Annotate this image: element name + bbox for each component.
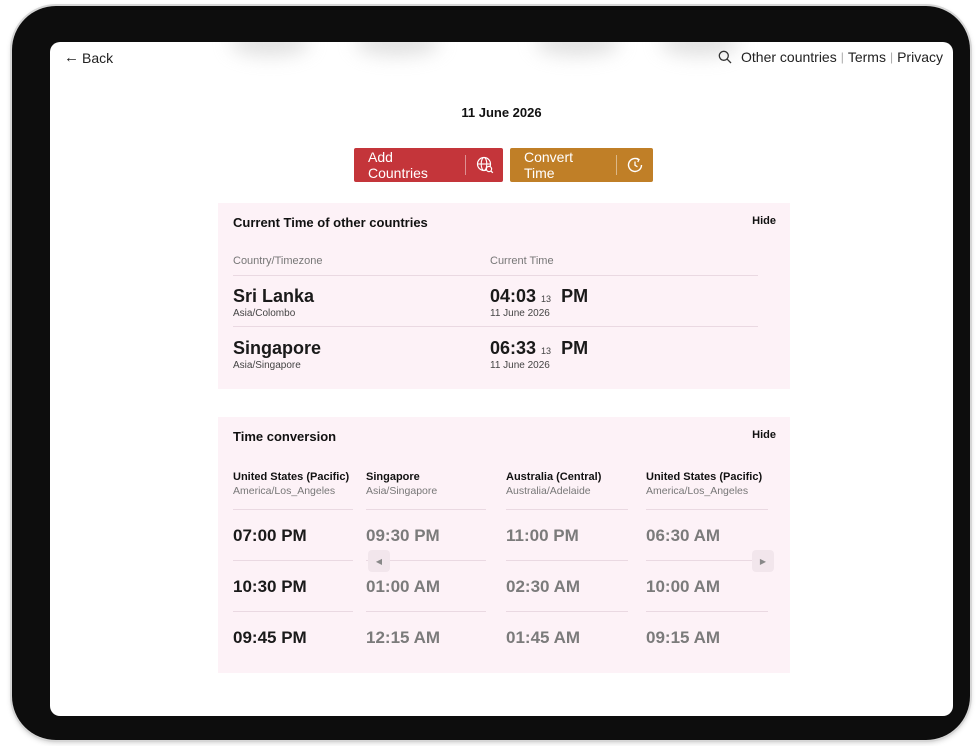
converted-time: 10:00 AM [646, 577, 721, 596]
col-header-country: Country/Timezone [233, 255, 323, 267]
app-screen: ← Back Other countries | Terms | Privacy… [50, 42, 953, 716]
converted-time: 12:15 AM [366, 628, 441, 647]
current-date: 11 June 2026 [490, 308, 550, 319]
converted-time: 09:45 PM [233, 628, 307, 647]
search-icon[interactable] [718, 50, 732, 64]
col-header-time: Current Time [490, 255, 554, 267]
conversion-column-header: United States (Pacific) America/Los_Ange… [646, 471, 763, 497]
current-time-value: 04:03 13 PM [490, 286, 589, 306]
country-timezone: Asia/Singapore [233, 360, 301, 371]
converted-time: 10:30 PM [233, 577, 307, 596]
current-time-hide-button[interactable]: Hide [752, 215, 776, 227]
converted-time: 09:15 AM [646, 628, 721, 647]
back-arrow-icon: ← [64, 49, 79, 66]
terms-link[interactable]: Terms [848, 49, 886, 65]
current-time-panel: Current Time of other countries Hide Cou… [218, 203, 790, 389]
back-button[interactable]: ← Back [64, 49, 113, 66]
page-date: 11 June 2026 [461, 105, 542, 120]
converted-time: 11:00 PM [506, 526, 579, 545]
converted-time: 07:00 PM [233, 526, 307, 545]
time-conversion-hide-button[interactable]: Hide [752, 429, 776, 441]
other-countries-link[interactable]: Other countries [741, 49, 837, 65]
scroll-left-icon[interactable]: ◀ [368, 550, 390, 572]
back-label: Back [82, 49, 114, 66]
top-links: Other countries | Terms | Privacy [718, 49, 943, 65]
converted-time: 06:30 AM [646, 526, 721, 545]
conversion-column-header: Australia (Central) Australia/Adelaide [506, 471, 602, 497]
converted-time: 02:30 AM [506, 577, 581, 596]
action-buttons: Add Countries Convert Time [354, 148, 653, 182]
link-separator: | [889, 50, 894, 64]
scroll-right-icon[interactable]: ▶ [752, 550, 774, 572]
convert-time-label: Convert Time [524, 149, 574, 181]
privacy-link[interactable]: Privacy [897, 49, 943, 65]
clock-refresh-icon [617, 156, 653, 174]
blurred-header-decoration [220, 42, 780, 70]
current-date: 11 June 2026 [490, 360, 550, 371]
converted-time: 01:00 AM [366, 577, 441, 596]
converted-time: 01:45 AM [506, 628, 581, 647]
country-timezone: Asia/Colombo [233, 308, 296, 319]
time-conversion-title: Time conversion [233, 429, 337, 444]
converted-time: 09:30 PM [366, 526, 440, 545]
country-name: Sri Lanka [233, 286, 315, 306]
add-countries-button[interactable]: Add Countries [354, 148, 503, 182]
convert-time-button[interactable]: Convert Time [510, 148, 653, 182]
tablet-frame: ← Back Other countries | Terms | Privacy… [12, 6, 970, 740]
link-separator: | [840, 50, 844, 64]
globe-search-icon [466, 156, 503, 174]
conversion-column-header: United States (Pacific) America/Los_Ange… [233, 471, 350, 497]
current-time-title: Current Time of other countries [233, 215, 428, 230]
time-conversion-panel: Time conversion Hide United States (Paci… [218, 417, 790, 673]
current-time-value: 06:33 13 PM [490, 338, 589, 358]
add-countries-label: Add Countries [368, 149, 428, 181]
conversion-column-header: Singapore Asia/Singapore [366, 471, 438, 497]
country-name: Singapore [233, 338, 322, 358]
